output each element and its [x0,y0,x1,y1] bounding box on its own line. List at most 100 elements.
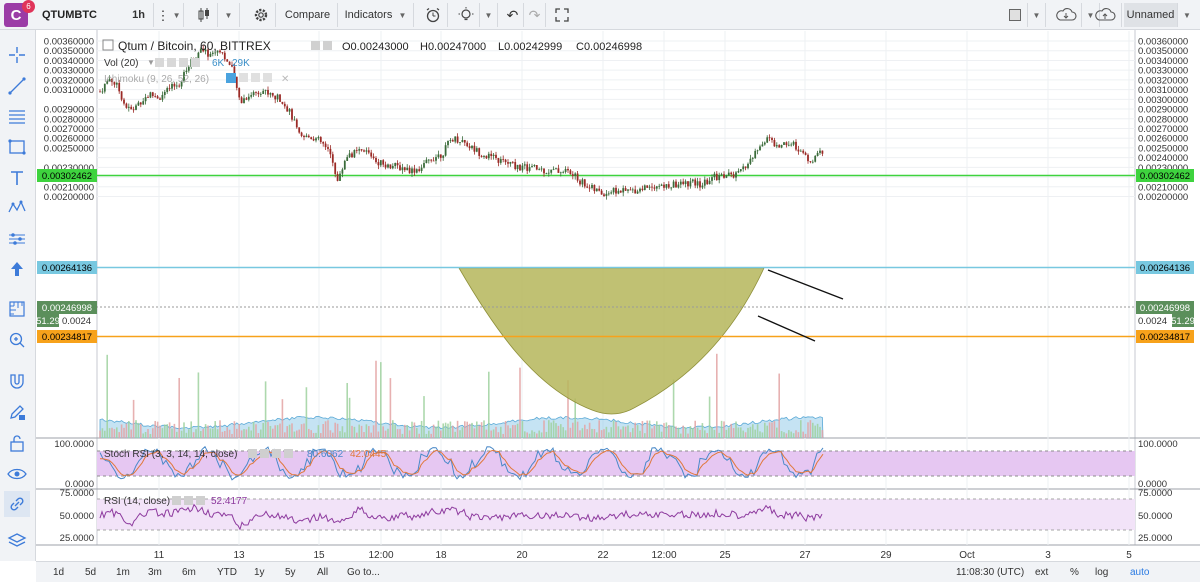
volume-bar [610,427,612,438]
volume-bar [399,429,401,438]
more-small-icon[interactable] [284,449,293,458]
close-small-icon[interactable]: ✕ [281,74,289,85]
volume-bar [586,429,588,438]
settings-small-icon[interactable] [323,41,332,50]
candle-body [209,53,212,57]
gear-small-icon[interactable] [172,496,181,505]
extended-hours-toggle[interactable]: ext [1035,565,1048,580]
close-small-icon[interactable] [179,58,188,67]
volume-bar [401,433,404,438]
candle-body [286,106,289,112]
time-tick: 22 [597,550,609,561]
candle-body [163,91,166,95]
time-tick: 12:00 [368,550,393,561]
volume-bar [646,420,648,438]
range-3m[interactable]: 3m [148,565,162,580]
range-1m[interactable]: 1m [116,565,130,580]
more-small-icon[interactable] [196,496,205,505]
candle-body [415,169,418,173]
volume-bar [723,421,725,438]
volume-bar [636,425,639,438]
candle-body [624,188,627,191]
more-small-icon[interactable] [191,58,200,67]
volume-bar [360,425,363,438]
volume-bar [365,424,368,438]
candle-body [600,190,603,195]
volume-bar [672,379,675,438]
range-5y[interactable]: 5y [285,565,296,580]
price-chart[interactable]: 0.003600000.003500000.003400000.00330000… [0,0,1200,561]
candle-body [593,184,596,192]
candle-body [247,96,250,100]
rsi-axis-25-left: 25.0000 [60,533,94,544]
volume-bar [627,425,629,438]
candle-body [324,143,327,148]
candle-body [509,161,512,164]
percent-scale-toggle[interactable]: % [1070,565,1079,580]
candle-body [670,187,673,189]
volume-bar [226,427,228,438]
candle-body [245,98,248,100]
candle-body [394,163,397,167]
time-tick: 18 [435,550,447,561]
settings-small-icon[interactable] [251,73,260,82]
eye-small-icon[interactable] [260,449,269,458]
candle-body [667,184,670,188]
candle-body [451,140,454,142]
candle-body [567,168,569,171]
volume-bar [154,420,156,438]
volume-bar [776,427,778,438]
candle-body [432,160,435,162]
volume-bar [653,425,656,438]
candle-body [720,174,723,176]
volume-bar [320,433,322,438]
candle-body [766,137,769,143]
range-1d[interactable]: 1d [53,565,64,580]
candle-body [291,109,293,120]
eye-small-icon[interactable] [226,73,236,83]
volume-bar [404,424,406,438]
range-ytd[interactable]: YTD [217,565,237,580]
candle-body [804,152,807,155]
candle-body [271,93,274,96]
candle-body [490,153,493,156]
candle-body [137,102,140,106]
ohlc-close: C0.00246998 [576,41,642,53]
range-6m[interactable]: 6m [182,565,196,580]
candle-body [564,168,567,172]
candle-body [778,145,781,148]
settings-small-icon[interactable] [311,41,320,50]
candle-body [127,106,130,108]
volume-bar [408,430,411,438]
volume-bar [406,425,408,438]
candle-body [771,138,773,140]
gear-small-icon[interactable] [167,58,176,67]
candle-body [634,189,637,194]
candle-body [725,175,728,178]
auto-scale-toggle[interactable]: auto [1130,565,1149,580]
candle-body [679,181,682,185]
candle-body [588,187,591,189]
range-1y[interactable]: 1y [254,565,265,580]
go-to-button[interactable]: Go to... [347,565,380,580]
time-tick: 5 [1126,550,1132,561]
volume-bar [368,426,370,438]
candle-body [259,93,262,95]
gear-small-icon[interactable] [248,449,257,458]
range-5d[interactable]: 5d [85,565,96,580]
candle-body [519,164,521,171]
candle-body [708,180,711,185]
candle-body [751,158,754,159]
settings-small-icon[interactable] [272,449,281,458]
volume-bar [620,429,622,438]
volume-bar [608,432,610,438]
utc-clock[interactable]: 11:08:30 (UTC) [956,565,1024,580]
range-all[interactable]: All [317,565,328,580]
eye-small-icon[interactable] [184,496,193,505]
gear-small-icon[interactable] [239,73,248,82]
candle-body [120,91,123,100]
eye-small-icon[interactable] [155,58,164,67]
more-small-icon[interactable] [263,73,272,82]
volume-bar [449,421,452,438]
log-scale-toggle[interactable]: log [1095,565,1108,580]
